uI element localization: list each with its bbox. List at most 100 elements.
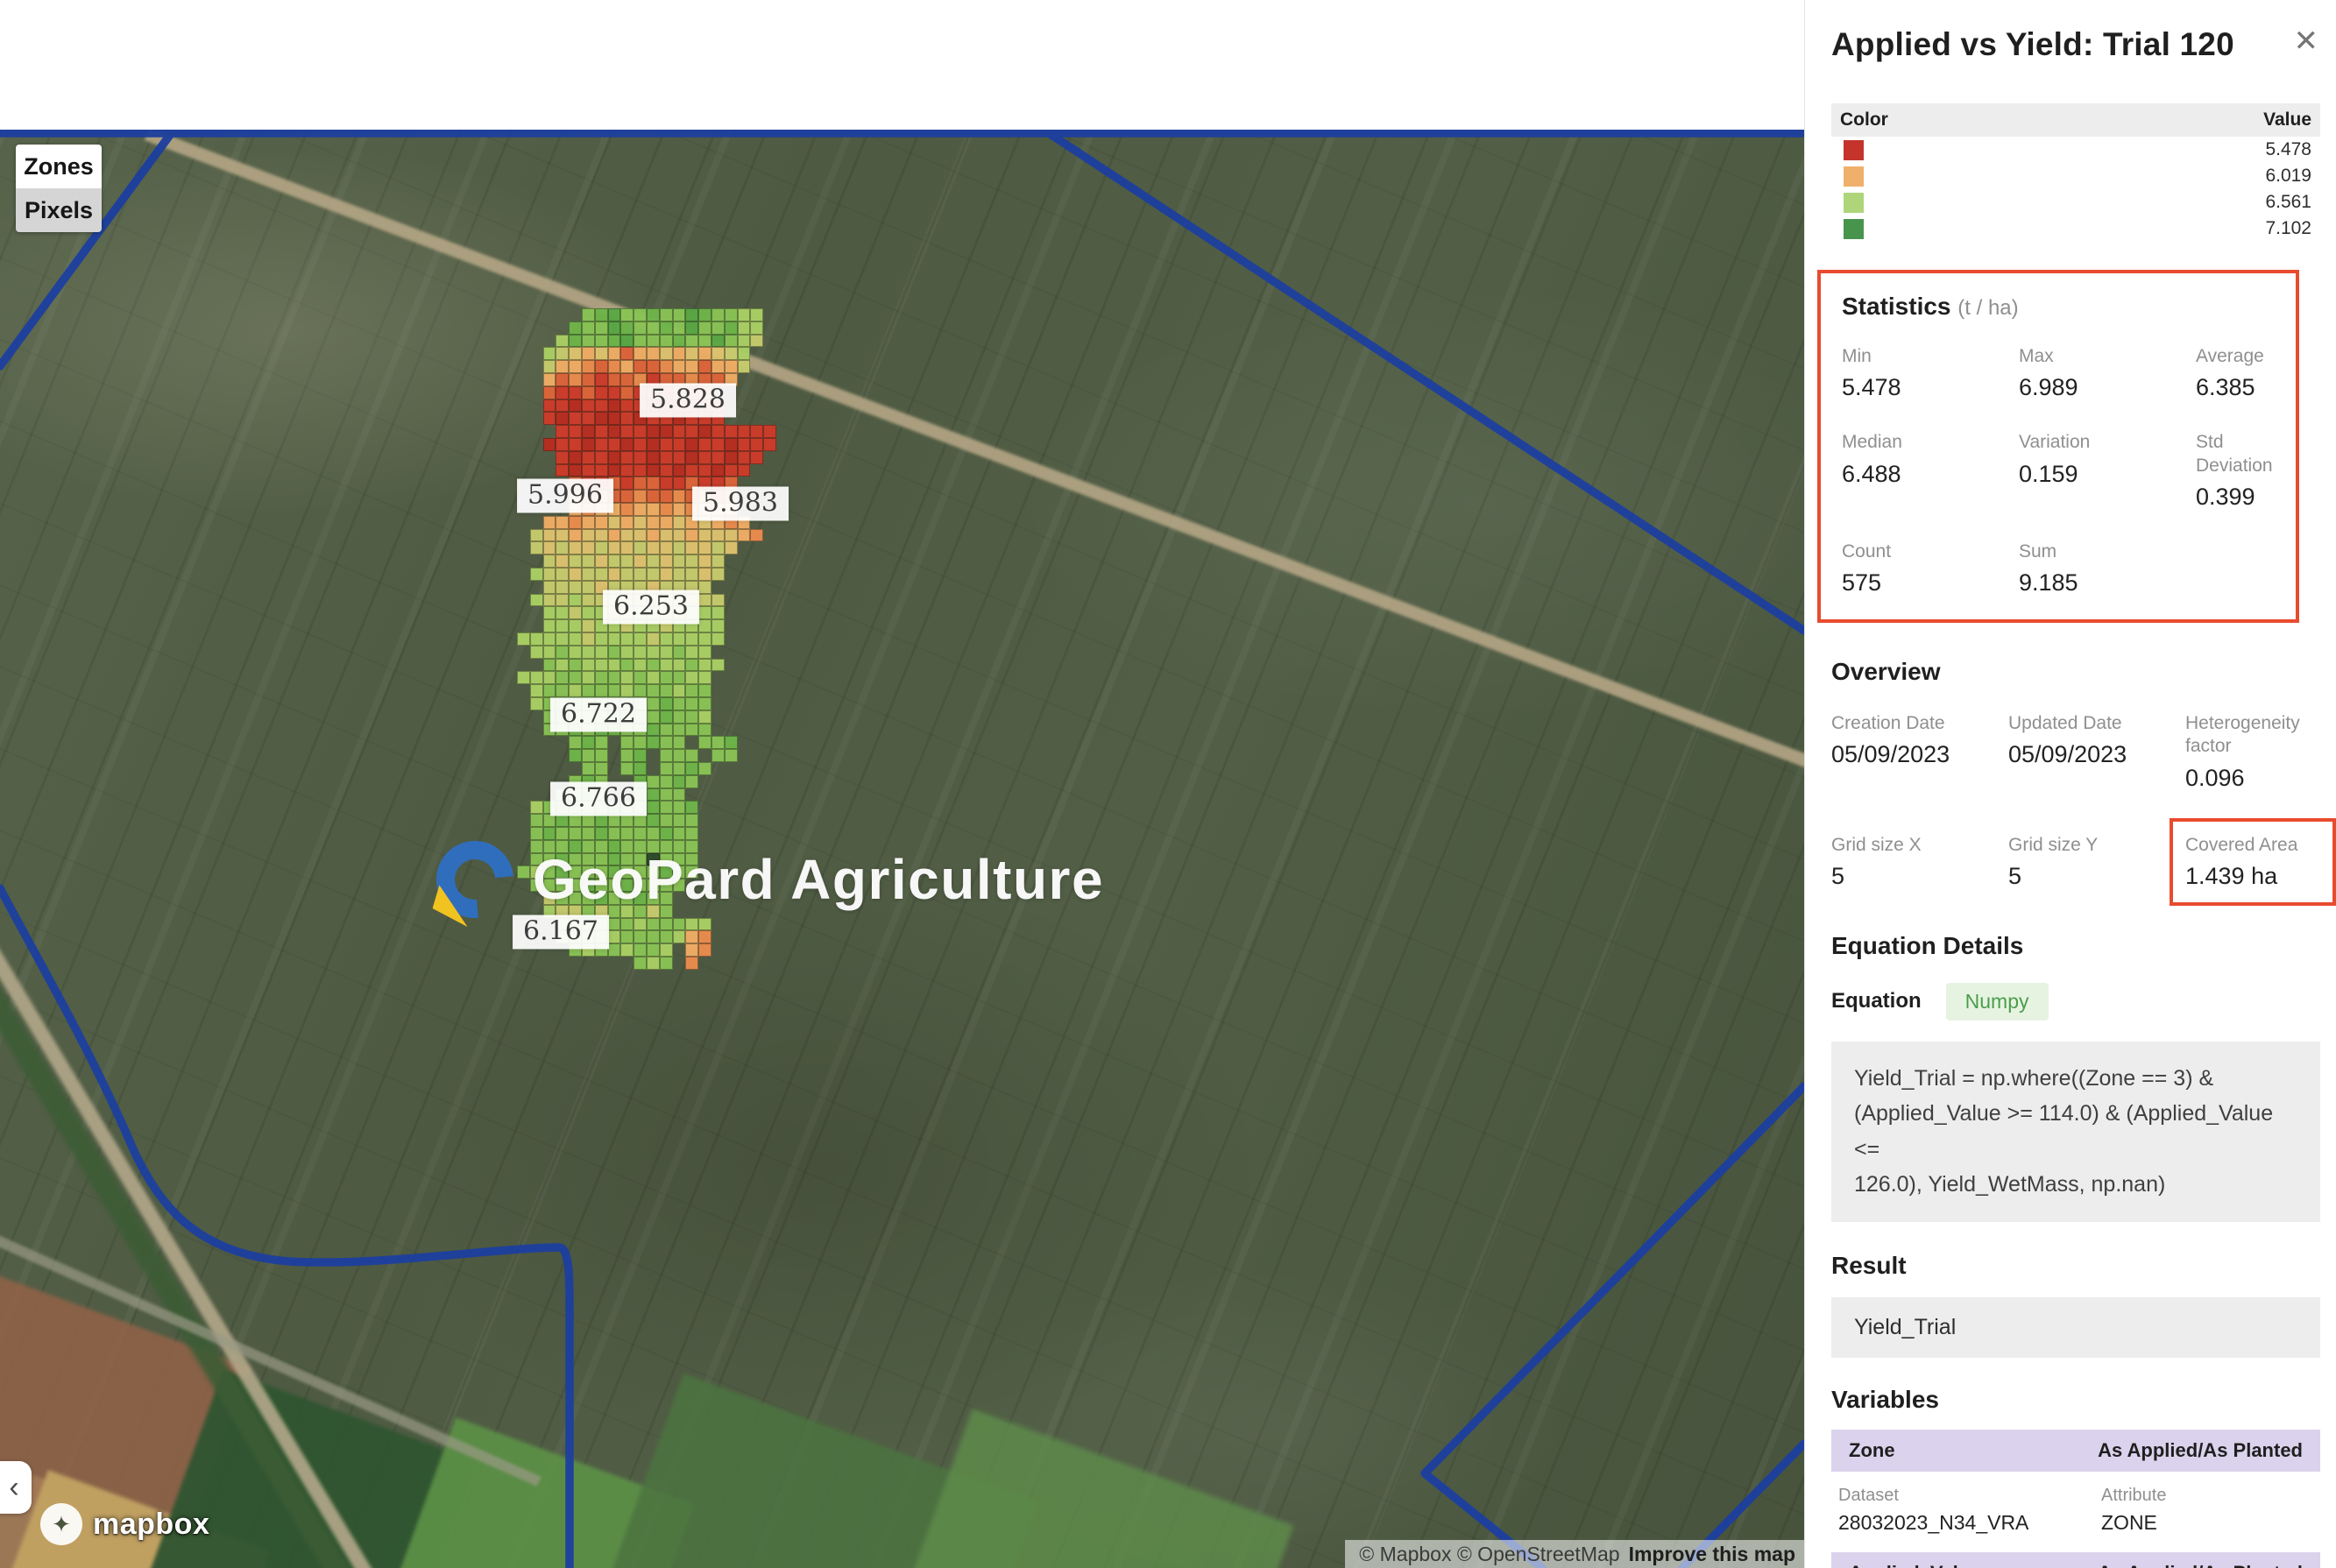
legend-color-swatch xyxy=(1844,219,1864,239)
grid-cell xyxy=(673,684,686,697)
grid-cell xyxy=(556,412,569,425)
grid-cell xyxy=(685,957,698,970)
legend-row: 5.478 xyxy=(1831,137,2320,163)
grid-cell xyxy=(634,451,647,464)
grid-cell xyxy=(582,671,595,684)
grid-cell xyxy=(711,438,725,451)
item-value: 6.488 xyxy=(1842,461,2019,488)
grid-cell xyxy=(620,477,634,490)
grid-cell xyxy=(556,360,569,373)
grid-cell xyxy=(711,425,725,438)
item-value: 6.989 xyxy=(2019,374,2196,401)
heterogeneity-factor-item: Heterogeneity factor0.096 xyxy=(2185,712,2320,792)
grid-cell xyxy=(556,594,569,607)
grid-cell xyxy=(660,918,673,931)
grid-cell xyxy=(608,425,621,438)
grid-cell xyxy=(685,438,698,451)
grid-cell xyxy=(620,335,634,348)
grid-cell xyxy=(569,606,582,619)
grid-cell xyxy=(673,930,686,943)
grid-cell xyxy=(595,659,608,672)
grid-cell xyxy=(620,943,634,957)
grid-cell xyxy=(556,373,569,386)
grid-cell xyxy=(711,594,725,607)
zones-button[interactable]: Zones xyxy=(16,145,102,188)
grid-cell xyxy=(634,632,647,646)
grid-cell xyxy=(569,321,582,335)
grid-cell xyxy=(543,827,556,840)
satellite-map[interactable]: 5.8285.9965.9836.2536.7226.7666.167 GeoP… xyxy=(0,130,1804,1568)
close-icon[interactable]: ✕ xyxy=(2294,26,2319,56)
grid-cell xyxy=(725,335,738,348)
equation-heading: Equation Details xyxy=(1831,932,2320,960)
legend-row: 6.561 xyxy=(1831,189,2320,215)
grid-value-label: 5.996 xyxy=(517,479,613,513)
grid-cell xyxy=(685,814,698,827)
grid-cell xyxy=(660,335,673,348)
grid-cell xyxy=(608,529,621,542)
grid-cell xyxy=(582,516,595,529)
grid-cell xyxy=(673,659,686,672)
grid-cell xyxy=(582,347,595,360)
item-value: 05/09/2023 xyxy=(1831,741,2008,768)
grid-cell xyxy=(595,347,608,360)
grid-cell xyxy=(620,399,634,413)
legend-value: 7.102 xyxy=(2265,218,2311,239)
grid-cell xyxy=(711,568,725,581)
grid-cell xyxy=(698,671,711,684)
grid-cell xyxy=(725,308,738,321)
grid-cell xyxy=(634,646,647,659)
grid-cell xyxy=(608,646,621,659)
collapse-sidebar-button[interactable]: ‹ xyxy=(0,1461,32,1514)
grid-cell xyxy=(647,788,660,802)
grid-cell xyxy=(582,619,595,632)
grid-cell xyxy=(647,335,660,348)
grid-cell xyxy=(634,541,647,554)
item-value: 575 xyxy=(1842,569,2019,597)
grid-cell xyxy=(582,568,595,581)
grid-cell xyxy=(673,490,686,503)
grid-cell xyxy=(634,503,647,516)
grid-cell xyxy=(634,671,647,684)
variable-header-zone: ZoneAs Applied/As Planted xyxy=(1831,1430,2320,1472)
grid-cell xyxy=(660,749,673,762)
grid-cell xyxy=(634,360,647,373)
grid-cell xyxy=(685,646,698,659)
grid-cell xyxy=(660,568,673,581)
grid-cell xyxy=(750,438,763,451)
grid-size-x-item: Grid size X5 xyxy=(1831,834,2008,890)
grid-cell xyxy=(647,308,660,321)
details-panel: Applied vs Yield: Trial 120 ✕ Color Valu… xyxy=(1804,0,2336,1568)
pixels-button[interactable]: Pixels xyxy=(16,188,102,232)
overview-heading: Overview xyxy=(1831,658,2320,686)
grid-cell xyxy=(660,516,673,529)
grid-cell xyxy=(556,554,569,568)
grid-cell xyxy=(673,671,686,684)
grid-cell xyxy=(595,736,608,749)
grid-cell xyxy=(738,425,751,438)
grid-cell xyxy=(738,360,751,373)
grid-cell xyxy=(673,801,686,814)
grid-cell xyxy=(608,671,621,684)
grid-cell xyxy=(595,335,608,348)
grid-cell xyxy=(711,335,725,348)
grid-cell xyxy=(556,659,569,672)
grid-cell xyxy=(711,321,725,335)
grid-cell xyxy=(698,554,711,568)
grid-cell xyxy=(634,335,647,348)
variable-name: Applied_Value xyxy=(1849,1562,1980,1568)
grid-cell xyxy=(698,568,711,581)
grid-cell xyxy=(620,308,634,321)
mapbox-logo[interactable]: ✦ mapbox xyxy=(40,1503,209,1545)
grid-cell xyxy=(647,321,660,335)
grid-cell xyxy=(750,308,763,321)
improve-map-link[interactable]: Improve this map xyxy=(1629,1543,1795,1566)
grid-cell xyxy=(569,464,582,477)
grid-cell xyxy=(685,464,698,477)
item-value: 0.096 xyxy=(2185,765,2320,792)
item-label: Std Deviation xyxy=(2196,431,2275,477)
grid-cell xyxy=(673,308,686,321)
grid-cell xyxy=(556,606,569,619)
variable-type: As Applied/As Planted xyxy=(2098,1439,2303,1462)
grid-cell xyxy=(647,736,660,749)
